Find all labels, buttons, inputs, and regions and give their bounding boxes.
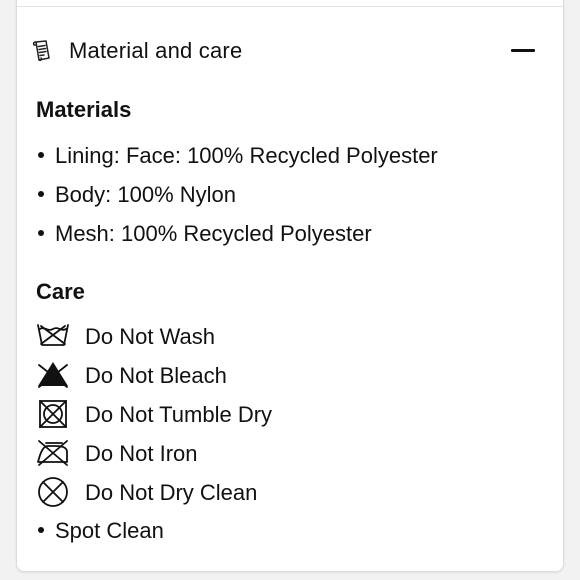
care-item-label: Do Not Iron bbox=[85, 441, 198, 466]
bullet-icon bbox=[38, 527, 44, 534]
accordion-title: Material and care bbox=[69, 38, 243, 63]
care-item-label: Do Not Tumble Dry bbox=[85, 402, 273, 427]
do-not-iron-icon bbox=[36, 437, 70, 469]
material-care-card: Material and care Materials Lining: Face… bbox=[16, 0, 564, 572]
do-not-tumble-dry-icon bbox=[36, 398, 70, 430]
material-item-label: Body: 100% Nylon bbox=[55, 182, 236, 207]
materials-heading: Materials bbox=[36, 97, 132, 122]
accordion-header[interactable]: Material and care bbox=[17, 29, 563, 73]
do-not-bleach-icon bbox=[36, 359, 70, 391]
care-item-label: Do Not Bleach bbox=[85, 363, 227, 388]
care-item-label: Do Not Wash bbox=[85, 324, 216, 349]
bullet-icon bbox=[38, 152, 44, 159]
spot-clean-label: Spot Clean bbox=[55, 518, 164, 543]
bullet-icon bbox=[38, 191, 44, 198]
do-not-wash-icon bbox=[36, 320, 70, 352]
material-item-label: Lining: Face: 100% Recycled Polyester bbox=[55, 143, 438, 168]
minus-icon[interactable] bbox=[511, 37, 537, 63]
care-item-label: Do Not Dry Clean bbox=[85, 480, 258, 505]
care-heading: Care bbox=[36, 279, 85, 304]
bullet-icon bbox=[38, 230, 44, 237]
list-item: Mesh: 100% Recycled Polyester bbox=[36, 221, 372, 247]
list-item: Lining: Face: 100% Recycled Polyester bbox=[36, 143, 438, 169]
top-divider bbox=[17, 6, 563, 7]
do-not-dry-clean-icon bbox=[36, 476, 70, 508]
list-item: Body: 100% Nylon bbox=[36, 182, 236, 208]
list-item: Spot Clean bbox=[36, 518, 164, 544]
document-icon bbox=[30, 39, 54, 63]
material-item-label: Mesh: 100% Recycled Polyester bbox=[55, 221, 372, 246]
